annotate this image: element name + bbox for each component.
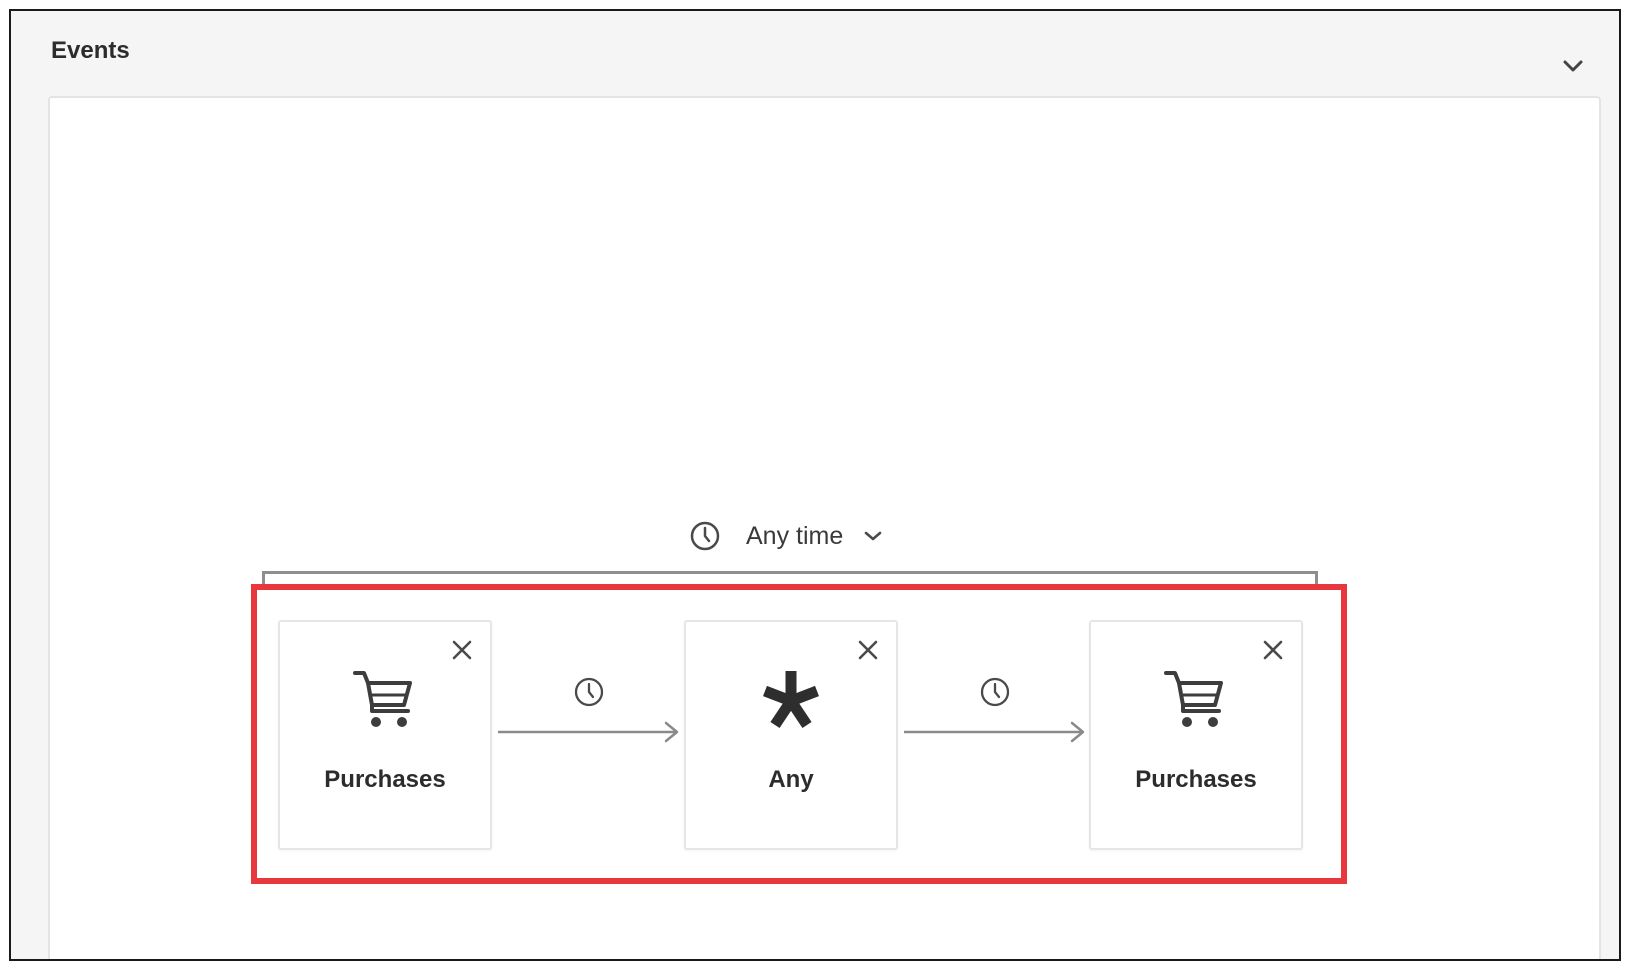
sequence-connector	[904, 670, 1092, 750]
time-constraint-label: Any time	[746, 521, 844, 550]
arrow-right-icon	[904, 721, 1085, 743]
event-label: Any	[768, 766, 814, 793]
remove-event-button[interactable]	[1259, 636, 1287, 664]
close-icon	[858, 640, 878, 660]
event-label: Purchases	[1135, 766, 1257, 793]
close-icon	[452, 640, 472, 660]
event-card-any[interactable]: Any	[684, 620, 898, 850]
sequence-connector	[498, 670, 686, 750]
time-constraint-dropdown[interactable]: Any time	[688, 516, 885, 556]
remove-event-button[interactable]	[448, 636, 476, 664]
collapse-button[interactable]	[1558, 51, 1588, 81]
event-card-purchases[interactable]: Purchases	[1089, 620, 1303, 850]
clock-icon	[688, 519, 722, 553]
chevron-down-icon	[1563, 60, 1583, 72]
event-card-purchases[interactable]: Purchases	[278, 620, 492, 850]
remove-event-button[interactable]	[854, 636, 882, 664]
event-label: Purchases	[324, 766, 446, 793]
shopping-cart-icon	[1091, 664, 1301, 734]
shopping-cart-icon	[280, 664, 490, 734]
panel-title: Events	[51, 37, 130, 64]
arrow-right-icon	[498, 721, 679, 743]
clock-icon[interactable]	[978, 675, 1012, 709]
chevron-down-icon	[861, 524, 885, 548]
clock-icon[interactable]	[572, 675, 606, 709]
asterisk-icon	[686, 664, 896, 734]
close-icon	[1263, 640, 1283, 660]
